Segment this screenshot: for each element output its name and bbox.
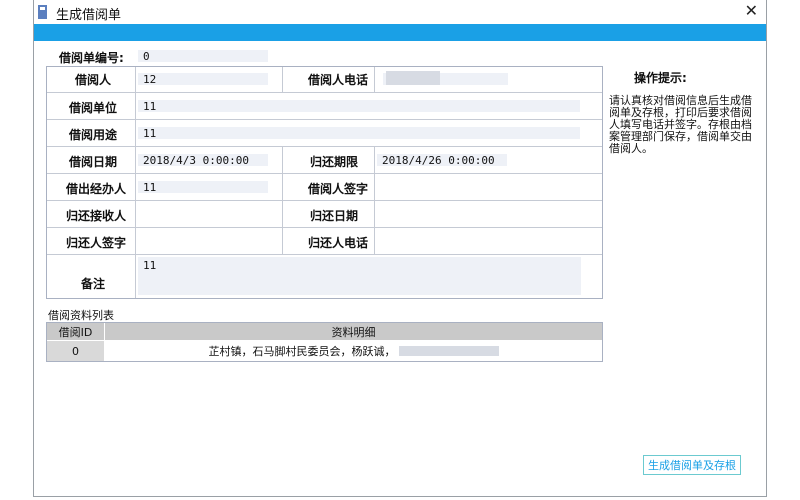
header-bar [34,24,766,41]
row-separator [47,227,602,228]
title-bar: 生成借阅单 ✕ [34,0,766,24]
row-separator [47,173,602,174]
borrower-field-bg[interactable] [138,73,268,85]
window-title: 生成借阅单 [56,8,122,23]
table-row[interactable]: 芷村镇，石马脚村民委员会，杨跃诚， [105,341,602,361]
return-date-label: 归还日期 [310,209,359,223]
unit-field-bg[interactable] [138,100,580,112]
purpose-value: 11 [143,127,157,140]
row-separator [47,119,602,120]
borrow-date-label: 借阅日期 [69,155,118,169]
handler-label: 借出经办人 [66,182,127,196]
col-separator [374,146,375,254]
close-icon[interactable]: ✕ [745,1,758,20]
col-separator [374,67,375,92]
col-header-detail[interactable]: 资料明细 [105,323,602,340]
col-separator [135,67,136,298]
handler-value: 11 [143,181,157,194]
row-separator [47,146,602,147]
handler-field-bg[interactable] [138,181,268,193]
purpose-label: 借阅用途 [69,128,118,142]
col-separator [282,67,283,92]
unit-value: 11 [143,100,157,113]
purpose-field-bg[interactable] [138,127,580,139]
borrow-date-value: 2018/4/3 0:00:00 [143,154,249,167]
borrower-phone-redacted [386,71,440,85]
redacted-detail [398,346,499,356]
tips-text: 请认真核对借阅信息后生成借阅单及存根，打印后要求借阅人填写电话并签字。存根由档案… [609,94,752,155]
col-header-id[interactable]: 借阅ID [47,323,104,340]
table-cell-id[interactable]: 0 [47,341,104,361]
return-deadline-label: 归还期限 [310,155,359,169]
app-icon [38,5,47,19]
materials-table: 借阅ID 资料明细 0 芷村镇，石马脚村民委员会，杨跃诚， [46,322,603,362]
tips-title: 操作提示: [634,71,687,85]
borrow-no-field-bg [138,50,268,62]
remark-value: 11 [143,259,157,272]
return-deadline-value: 2018/4/26 0:00:00 [382,154,495,167]
borrower-phone-label: 借阅人电话 [308,73,369,87]
return-receiver-label: 归还接收人 [66,209,127,223]
returner-phone-label: 归还人电话 [308,236,369,250]
remark-field-bg[interactable] [138,257,581,295]
returner-sign-label: 归还人签字 [66,236,127,250]
borrower-sign-label: 借阅人签字 [308,182,369,196]
generate-borrow-form-window: 生成借阅单 ✕ 借阅单编号: 0 借阅人 12 借阅人电话 借阅单位 11 借阅… [33,0,767,497]
row-separator [47,200,602,201]
row-separator [47,254,602,255]
unit-label: 借阅单位 [69,101,118,115]
row-separator [47,92,602,93]
borrower-label: 借阅人 [75,73,112,87]
remark-label: 备注 [81,277,106,291]
borrow-no-value: 0 [143,50,150,63]
borrow-no-label: 借阅单编号: [59,51,124,65]
borrower-value: 12 [143,73,157,86]
generate-borrow-button[interactable]: 生成借阅单及存根 [643,455,741,475]
materials-label: 借阅资料列表 [48,309,114,322]
table-cell-detail: 芷村镇，石马脚村民委员会，杨跃诚， [208,345,396,358]
col-separator [282,146,283,254]
